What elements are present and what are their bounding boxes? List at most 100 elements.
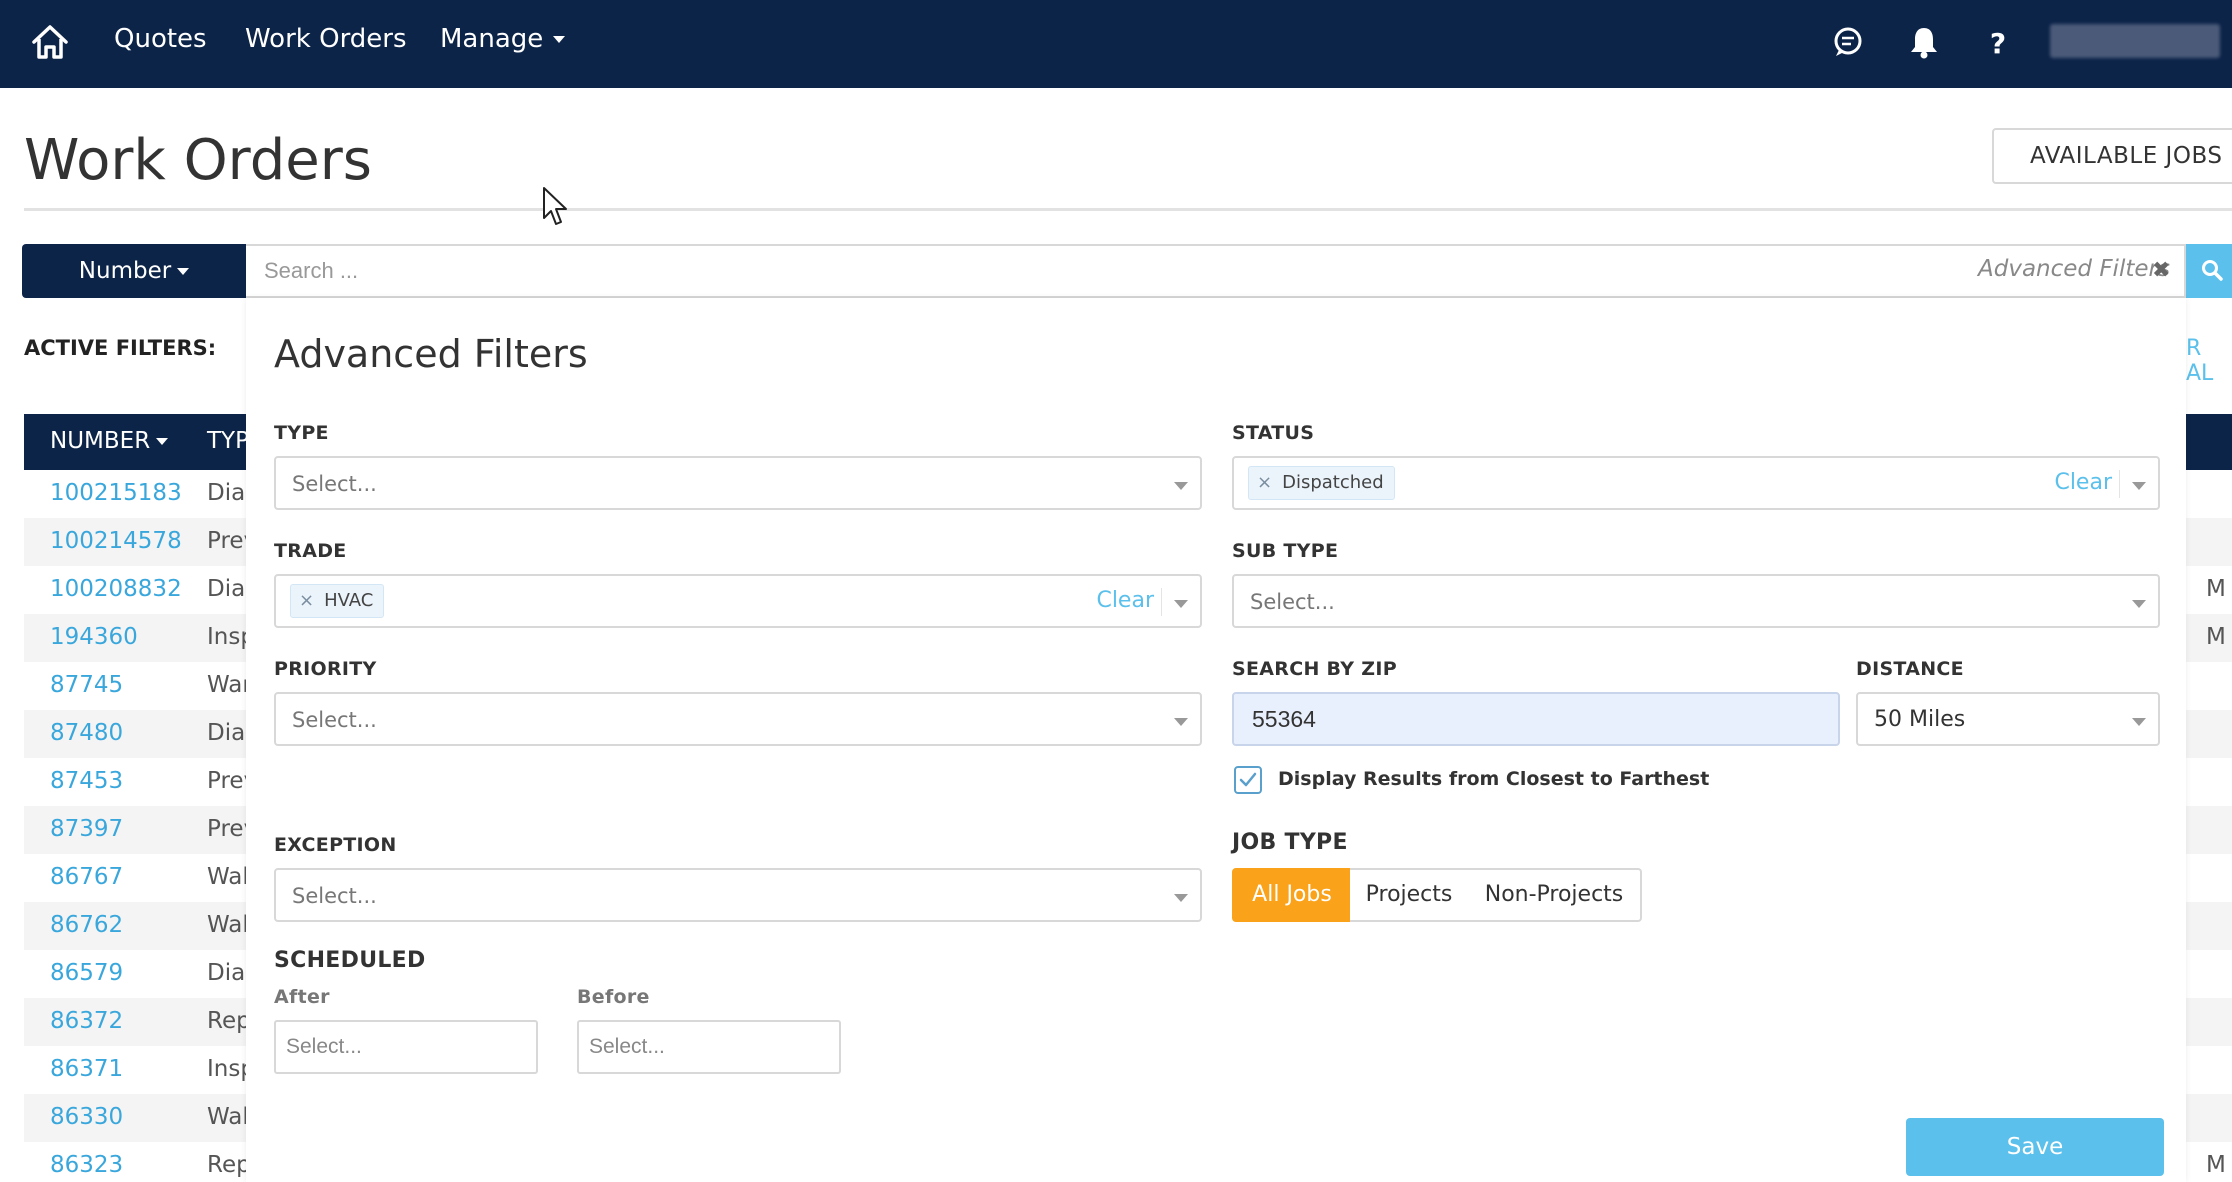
row-trailing-text: M — [2206, 1152, 2226, 1178]
zip-input[interactable] — [1232, 692, 1840, 746]
nav-link-quotes[interactable]: Quotes — [114, 24, 207, 54]
page: Quotes Work Orders Manage ? Work Orders … — [0, 0, 2232, 1182]
work-order-number-link[interactable]: 86579 — [50, 960, 123, 986]
page-title: Work Orders — [24, 128, 372, 193]
work-order-number-link[interactable]: 86323 — [50, 1152, 123, 1178]
closest-first-label[interactable]: Display Results from Closest to Farthest — [1278, 768, 1709, 790]
status-label: STATUS — [1232, 422, 1315, 444]
active-filters-label: ACTIVE FILTERS: — [24, 336, 217, 360]
scheduled-label: SCHEDULED — [274, 948, 426, 973]
search-input[interactable] — [246, 244, 2186, 298]
work-order-type: Wal — [207, 864, 249, 890]
priority-label: PRIORITY — [274, 658, 377, 680]
work-order-type: Wal — [207, 912, 249, 938]
work-order-number-link[interactable]: 100215183 — [50, 480, 182, 506]
close-icon[interactable]: ✖ — [2152, 258, 2170, 283]
type-label: TYPE — [274, 422, 329, 444]
search-button[interactable] — [2186, 244, 2232, 298]
priority-placeholder: Select... — [292, 708, 377, 732]
closest-first-checkbox[interactable] — [1234, 766, 1262, 794]
scheduled-before-input[interactable] — [577, 1020, 841, 1074]
type-placeholder: Select... — [292, 472, 377, 496]
status-select[interactable]: × Dispatched Clear — [1232, 456, 2160, 510]
remove-tag-icon[interactable]: × — [299, 590, 314, 611]
column-header-type[interactable]: TYP — [207, 428, 249, 454]
chevron-down-icon — [1174, 482, 1188, 490]
job-type-all-jobs[interactable]: All Jobs — [1232, 868, 1352, 922]
chevron-down-icon — [1174, 894, 1188, 902]
work-order-number-link[interactable]: 100214578 — [50, 528, 182, 554]
exception-placeholder: Select... — [292, 884, 377, 908]
clear-all-link[interactable]: R AL — [2186, 336, 2232, 386]
select-separator — [1161, 588, 1162, 616]
work-order-type: Rep — [207, 1152, 251, 1178]
advanced-filters-link[interactable]: Advanced Filters — [1978, 256, 2170, 282]
scheduled-after-input[interactable] — [274, 1020, 538, 1074]
row-trailing-text: M — [2206, 576, 2226, 602]
chat-icon[interactable] — [1830, 24, 1866, 60]
status-clear-button[interactable]: Clear — [2054, 470, 2112, 495]
top-navbar: Quotes Work Orders Manage ? — [0, 0, 2232, 88]
search-field-dropdown[interactable]: Number — [22, 244, 246, 298]
chevron-down-icon — [2132, 718, 2146, 726]
job-type-projects[interactable]: Projects — [1350, 868, 1470, 922]
job-type-label: JOB TYPE — [1232, 830, 1348, 855]
save-button[interactable]: Save — [1906, 1118, 2164, 1176]
chevron-down-icon — [1174, 718, 1188, 726]
scheduled-before-label: Before — [577, 986, 650, 1008]
sub-type-label: SUB TYPE — [1232, 540, 1339, 562]
work-order-number-link[interactable]: 86330 — [50, 1104, 123, 1130]
mouse-cursor-icon — [543, 187, 567, 225]
work-order-type: Wal — [207, 1104, 249, 1130]
trade-label: TRADE — [274, 540, 347, 562]
distance-label: DISTANCE — [1856, 658, 1964, 680]
zip-label: SEARCH BY ZIP — [1232, 658, 1397, 680]
work-order-number-link[interactable]: 87745 — [50, 672, 123, 698]
advanced-filters-title: Advanced Filters — [274, 332, 588, 376]
remove-tag-icon[interactable]: × — [1257, 472, 1272, 493]
work-order-number-link[interactable]: 100208832 — [50, 576, 182, 602]
job-type-non-projects[interactable]: Non-Projects — [1468, 868, 1642, 922]
sub-type-select[interactable]: Select... — [1232, 574, 2160, 628]
work-order-type: Rep — [207, 1008, 251, 1034]
distance-select[interactable]: 50 Miles — [1856, 692, 2160, 746]
help-icon[interactable]: ? — [1980, 24, 2016, 60]
type-select[interactable]: Select... — [274, 456, 1202, 510]
svg-text:?: ? — [1990, 27, 2006, 60]
sub-type-placeholder: Select... — [1250, 590, 1335, 614]
work-order-number-link[interactable]: 87453 — [50, 768, 123, 794]
work-order-number-link[interactable]: 87480 — [50, 720, 123, 746]
checkmark-icon — [1239, 772, 1257, 787]
home-icon[interactable] — [30, 22, 70, 62]
work-order-number-link[interactable]: 87397 — [50, 816, 123, 842]
chevron-down-icon — [2132, 482, 2146, 490]
priority-select[interactable]: Select... — [274, 692, 1202, 746]
trade-select[interactable]: × HVAC Clear — [274, 574, 1202, 628]
distance-value: 50 Miles — [1874, 707, 1966, 732]
row-trailing-text: M — [2206, 624, 2226, 650]
chevron-down-icon — [2132, 600, 2146, 608]
bell-icon[interactable] — [1906, 24, 1942, 60]
trade-clear-button[interactable]: Clear — [1096, 588, 1154, 613]
chevron-down-icon — [1174, 600, 1188, 608]
exception-label: EXCEPTION — [274, 834, 397, 856]
trade-tag: × HVAC — [290, 584, 385, 618]
work-order-number-link[interactable]: 86767 — [50, 864, 123, 890]
nav-link-work-orders[interactable]: Work Orders — [245, 24, 407, 54]
scheduled-after-label: After — [274, 986, 330, 1008]
work-order-number-link[interactable]: 86371 — [50, 1056, 123, 1082]
available-jobs-button[interactable]: AVAILABLE JOBS — [1992, 128, 2232, 184]
caret-down-icon — [177, 268, 190, 275]
select-separator — [2119, 470, 2120, 498]
work-order-number-link[interactable]: 194360 — [50, 624, 138, 650]
status-tag: × Dispatched — [1248, 466, 1395, 500]
work-order-number-link[interactable]: 86372 — [50, 1008, 123, 1034]
title-divider — [24, 208, 2232, 211]
exception-select[interactable]: Select... — [274, 868, 1202, 922]
sort-caret-icon — [156, 438, 169, 445]
user-menu[interactable] — [2050, 24, 2220, 58]
column-header-number[interactable]: NUMBER — [50, 428, 169, 454]
chevron-down-icon — [553, 36, 566, 43]
work-order-number-link[interactable]: 86762 — [50, 912, 123, 938]
nav-link-manage[interactable]: Manage — [440, 24, 566, 54]
